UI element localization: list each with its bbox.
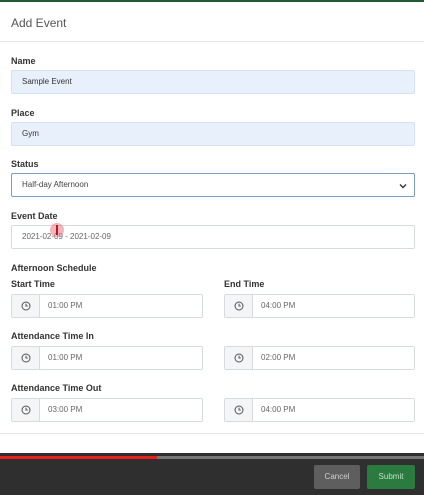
modal-footer (0, 453, 424, 495)
modal-header: Add Event (0, 2, 424, 42)
attendance-out-from-value: 03:00 PM (48, 405, 83, 414)
text-cursor-icon (56, 225, 58, 235)
afternoon-schedule-heading: Afternoon Schedule (11, 263, 97, 273)
status-label: Status (11, 159, 39, 169)
video-progress-bar[interactable] (0, 456, 424, 459)
modal-title: Add Event (11, 16, 67, 30)
chevron-down-icon (399, 184, 407, 189)
clock-icon (225, 295, 253, 317)
clock-icon (225, 399, 253, 421)
submit-button[interactable]: Submit (367, 465, 415, 489)
attendance-in-from-value: 01:00 PM (48, 353, 83, 362)
place-input[interactable]: Gym (11, 122, 415, 146)
start-time-label: Start Time (11, 279, 55, 289)
attendance-in-from-input[interactable]: 01:00 PM (11, 346, 203, 370)
end-time-input[interactable]: 04:00 PM (224, 294, 415, 318)
status-select[interactable]: Half-day Afternoon (11, 173, 415, 197)
attendance-in-label: Attendance Time In (11, 331, 94, 341)
clock-icon (12, 347, 40, 369)
attendance-in-to-value: 02:00 PM (261, 353, 296, 362)
place-label: Place (11, 108, 35, 118)
attendance-out-from-input[interactable]: 03:00 PM (11, 398, 203, 422)
event-date-label: Event Date (11, 211, 58, 221)
start-time-value: 01:00 PM (48, 301, 83, 310)
attendance-out-to-value: 04:00 PM (261, 405, 296, 414)
clock-icon (12, 295, 40, 317)
clock-icon (225, 347, 253, 369)
end-time-label: End Time (224, 279, 265, 289)
attendance-in-to-input[interactable]: 02:00 PM (224, 346, 415, 370)
event-date-input[interactable]: 2021-02-09 - 2021-02-09 (11, 225, 415, 249)
cancel-button[interactable]: Cancel (314, 465, 360, 489)
name-label: Name (11, 56, 36, 66)
video-progress-fill (0, 456, 157, 459)
attendance-out-to-input[interactable]: 04:00 PM (224, 398, 415, 422)
name-input[interactable]: Sample Event (11, 70, 415, 94)
attendance-out-label: Attendance Time Out (11, 383, 102, 393)
end-time-value: 04:00 PM (261, 301, 296, 310)
status-selected-value: Half-day Afternoon (22, 180, 89, 189)
clock-icon (12, 399, 40, 421)
modal-divider (0, 433, 424, 434)
start-time-input[interactable]: 01:00 PM (11, 294, 203, 318)
